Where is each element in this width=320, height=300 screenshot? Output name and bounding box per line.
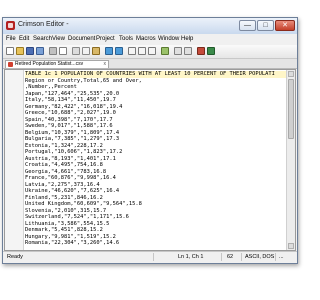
minimize-icon: — bbox=[244, 22, 251, 29]
tab-label: Retired Population Statist...csv bbox=[15, 61, 84, 67]
open-folder-icon[interactable] bbox=[16, 47, 24, 55]
macro-icon[interactable] bbox=[207, 47, 215, 55]
text-editor[interactable]: TABLE 1c 1 POPULATION OF COUNTRIES WITH … bbox=[4, 69, 296, 251]
column-indicator: 62 bbox=[227, 254, 234, 260]
encoding-indicator: ASCII, DOS bbox=[245, 254, 275, 260]
cursor-position: Ln 1, Ch 1 bbox=[178, 254, 204, 260]
mode-indicator: ... bbox=[279, 254, 284, 260]
status-ready: Ready bbox=[7, 254, 23, 260]
save-all-icon[interactable] bbox=[36, 47, 44, 55]
app-icon bbox=[6, 21, 15, 30]
editor-window: Crimson Editor - — □ ✕ File Edit Search … bbox=[2, 17, 298, 264]
menu-help[interactable]: Help bbox=[181, 36, 193, 42]
column-mode-icon[interactable] bbox=[184, 47, 192, 55]
copy-icon[interactable] bbox=[82, 47, 90, 55]
redo-icon[interactable] bbox=[115, 47, 123, 55]
editor-line[interactable]: Romania,"22,304","3,260",14.6 bbox=[25, 240, 286, 247]
menu-macros[interactable]: Macros bbox=[136, 36, 156, 42]
find-next-icon[interactable] bbox=[138, 47, 146, 55]
print-preview-icon[interactable] bbox=[59, 47, 67, 55]
paste-icon[interactable] bbox=[92, 47, 100, 55]
minimize-button[interactable]: — bbox=[239, 20, 256, 31]
cut-icon[interactable] bbox=[72, 47, 80, 55]
menu-project[interactable]: Project bbox=[96, 36, 115, 42]
print-icon[interactable] bbox=[49, 47, 57, 55]
new-file-icon[interactable] bbox=[6, 47, 14, 55]
undo-icon[interactable] bbox=[105, 47, 113, 55]
close-icon: ✕ bbox=[282, 22, 288, 29]
goto-icon[interactable] bbox=[161, 47, 169, 55]
status-bar: Ready Ln 1, Ch 1 62 ASCII, DOS ... bbox=[3, 251, 297, 263]
word-wrap-icon[interactable] bbox=[174, 47, 182, 55]
run-tool-icon[interactable] bbox=[197, 47, 205, 55]
menu-tools[interactable]: Tools bbox=[119, 36, 133, 42]
save-icon[interactable] bbox=[26, 47, 34, 55]
status-divider bbox=[153, 253, 154, 261]
maximize-button[interactable]: □ bbox=[257, 20, 274, 31]
scroll-down-icon[interactable] bbox=[288, 243, 294, 249]
status-divider bbox=[275, 253, 276, 261]
find-icon[interactable] bbox=[128, 47, 136, 55]
scrollbar-thumb[interactable] bbox=[288, 79, 294, 139]
status-divider bbox=[241, 253, 242, 261]
document-tab-bar: Retired Population Statist...csv x bbox=[3, 59, 297, 69]
editor-line[interactable]: TABLE 1c 1 POPULATION OF COUNTRIES WITH … bbox=[25, 71, 286, 78]
tab-document[interactable]: Retired Population Statist...csv x bbox=[5, 60, 109, 68]
close-button[interactable]: ✕ bbox=[275, 20, 295, 31]
window-title: Crimson Editor - bbox=[18, 21, 69, 28]
menu-file[interactable]: File bbox=[6, 36, 16, 42]
menu-window[interactable]: Window bbox=[158, 36, 179, 42]
toolbar bbox=[3, 45, 297, 59]
editor-content[interactable]: TABLE 1c 1 POPULATION OF COUNTRIES WITH … bbox=[25, 71, 286, 250]
tab-close-icon[interactable]: x bbox=[104, 61, 107, 67]
title-bar[interactable]: Crimson Editor - — □ ✕ bbox=[3, 18, 297, 35]
status-divider bbox=[221, 253, 222, 261]
document-icon bbox=[8, 62, 13, 67]
menu-document[interactable]: Document bbox=[68, 36, 95, 42]
scroll-up-icon[interactable] bbox=[288, 71, 294, 77]
menu-search[interactable]: Search bbox=[33, 36, 52, 42]
vertical-scrollbar[interactable] bbox=[286, 70, 295, 250]
menu-bar: File Edit Search View Document Project T… bbox=[3, 34, 297, 45]
replace-icon[interactable] bbox=[148, 47, 156, 55]
line-gutter bbox=[5, 70, 24, 250]
menu-edit[interactable]: Edit bbox=[19, 36, 29, 42]
menu-view[interactable]: View bbox=[52, 36, 65, 42]
maximize-icon: □ bbox=[263, 22, 268, 29]
